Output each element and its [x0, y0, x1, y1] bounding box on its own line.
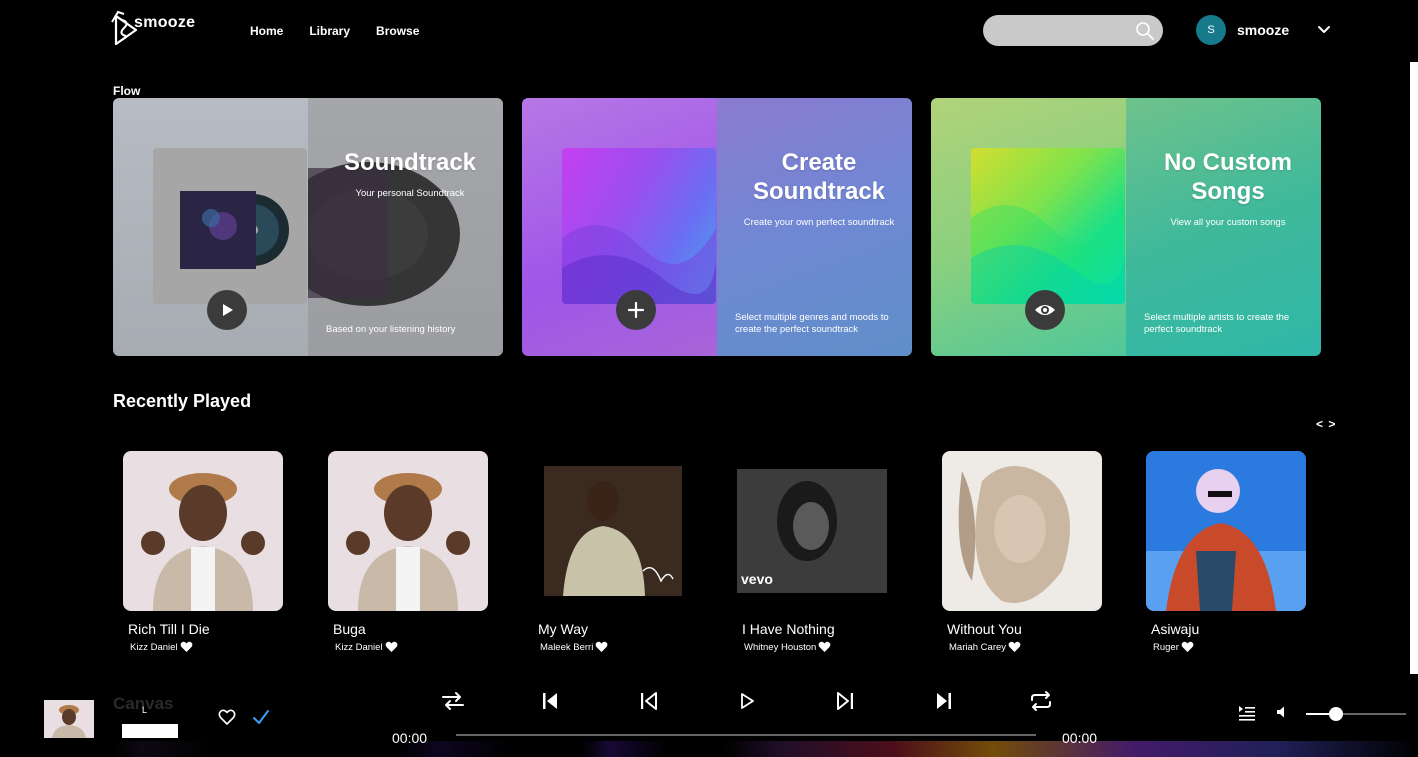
song-title[interactable]: My Way [538, 621, 693, 637]
top-header: smooze Home Library Browse S smooze [0, 0, 1418, 62]
album-cover[interactable] [533, 451, 693, 611]
heart-icon[interactable] [595, 641, 608, 653]
queue-icon[interactable] [1238, 704, 1256, 722]
now-playing-subtitle: L [142, 705, 148, 715]
heart-icon[interactable] [1181, 641, 1194, 653]
carousel-next-button[interactable]: > [1328, 417, 1336, 431]
play-button[interactable] [207, 290, 247, 330]
smooze-logo[interactable]: smooze [110, 10, 195, 48]
carousel-arrows: < > [1316, 417, 1336, 431]
song-card[interactable]: Rich Till I Die Kizz Daniel [123, 451, 283, 653]
repeat-icon[interactable] [1028, 688, 1054, 714]
flow-label: Flow [113, 84, 141, 98]
eye-icon [1035, 305, 1055, 315]
svg-text:vevo: vevo [741, 571, 773, 587]
check-icon[interactable] [252, 708, 270, 726]
song-artist: Ruger [1153, 641, 1306, 653]
flow-card-footer: Select multiple genres and moods to crea… [735, 312, 889, 335]
heart-icon[interactable] [1008, 641, 1021, 653]
heart-outline-icon[interactable] [218, 708, 236, 726]
soundtrack-artwork [153, 148, 307, 304]
album-cover[interactable] [123, 451, 283, 611]
flow-card-subtitle: Your personal Soundtrack [355, 188, 465, 199]
flow-card-title: Soundtrack [343, 149, 477, 176]
song-artist: Maleek Berri [540, 641, 693, 653]
song-title[interactable]: Buga [333, 621, 488, 637]
album-cover[interactable]: vevo [737, 451, 897, 611]
now-playing-thumbnail[interactable] [44, 700, 94, 738]
album-cover[interactable] [1146, 451, 1306, 611]
song-card[interactable]: Without You Mariah Carey [942, 451, 1102, 653]
logo-text: smooze [134, 14, 196, 31]
background-strip [0, 741, 1418, 757]
song-card[interactable]: vevo I Have Nothing Whitney Houston [737, 451, 897, 653]
carousel-prev-button[interactable]: < [1316, 417, 1324, 431]
flow-card-create-soundtrack[interactable]: Create Soundtrack Create your own perfec… [522, 98, 912, 356]
skip-forward-icon[interactable] [930, 688, 956, 714]
progress-bar[interactable] [456, 734, 1036, 736]
song-card[interactable]: Buga Kizz Daniel [328, 451, 488, 653]
song-title[interactable]: Without You [947, 621, 1102, 637]
user-name[interactable]: smooze [1237, 22, 1289, 38]
previous-icon[interactable] [636, 688, 662, 714]
song-title[interactable]: Rich Till I Die [128, 621, 283, 637]
song-title[interactable]: Asiwaju [1151, 621, 1306, 637]
volume-icon[interactable] [1276, 705, 1290, 719]
nav-library[interactable]: Library [309, 24, 350, 38]
chevron-down-icon[interactable] [1316, 22, 1332, 38]
next-icon[interactable] [832, 688, 858, 714]
song-artist: Whitney Houston [744, 641, 897, 653]
view-button[interactable] [1025, 290, 1065, 330]
add-button[interactable] [616, 290, 656, 330]
now-playing-label-box [122, 724, 178, 738]
song-artist: Kizz Daniel [335, 641, 488, 653]
song-title[interactable]: I Have Nothing [742, 621, 897, 637]
skip-back-icon[interactable] [538, 688, 564, 714]
flow-card-subtitle: View all your custom songs [1170, 217, 1286, 228]
album-cover[interactable] [328, 451, 488, 611]
song-card[interactable]: Asiwaju Ruger [1146, 451, 1306, 653]
song-card[interactable]: My Way Maleek Berri [533, 451, 693, 653]
current-time: 00:00 [392, 730, 428, 746]
shuffle-icon[interactable] [440, 688, 466, 714]
custom-songs-artwork [971, 148, 1125, 304]
song-artist: Kizz Daniel [130, 641, 283, 653]
main-nav: Home Library Browse [250, 24, 419, 38]
heart-icon[interactable] [818, 641, 831, 653]
flow-card-soundtrack[interactable]: Soundtrack Your personal Soundtrack Base… [113, 98, 503, 356]
nav-home[interactable]: Home [250, 24, 283, 38]
flow-card-footer: Based on your listening history [326, 324, 456, 335]
album-cover[interactable] [942, 451, 1102, 611]
nav-browse[interactable]: Browse [376, 24, 419, 38]
flow-card-footer: Select multiple artists to create the pe… [1144, 312, 1290, 335]
volume-knob[interactable] [1329, 707, 1343, 721]
vinyl-disc-image [308, 162, 460, 306]
play-icon [223, 304, 233, 316]
play-icon[interactable] [734, 688, 760, 714]
flow-card-title: No Custom Songs [1164, 149, 1292, 205]
heart-icon[interactable] [180, 641, 193, 653]
user-avatar[interactable]: S [1196, 15, 1226, 45]
search-icon[interactable] [1135, 21, 1155, 41]
flow-card-title: Create Soundtrack [752, 149, 886, 205]
page-scrollbar[interactable] [1410, 62, 1418, 674]
plus-icon [627, 301, 645, 319]
heart-icon[interactable] [385, 641, 398, 653]
player-bar: Canvas L 00:00 00:00 [0, 674, 1418, 757]
volume-slider[interactable] [1306, 707, 1406, 721]
recently-played-title: Recently Played [113, 391, 252, 411]
create-artwork [562, 148, 716, 304]
flow-card-custom-songs[interactable]: No Custom Songs View all your custom son… [931, 98, 1321, 356]
song-artist: Mariah Carey [949, 641, 1102, 653]
total-time: 00:00 [1062, 730, 1098, 746]
flow-card-subtitle: Create your own perfect soundtrack [743, 217, 895, 228]
